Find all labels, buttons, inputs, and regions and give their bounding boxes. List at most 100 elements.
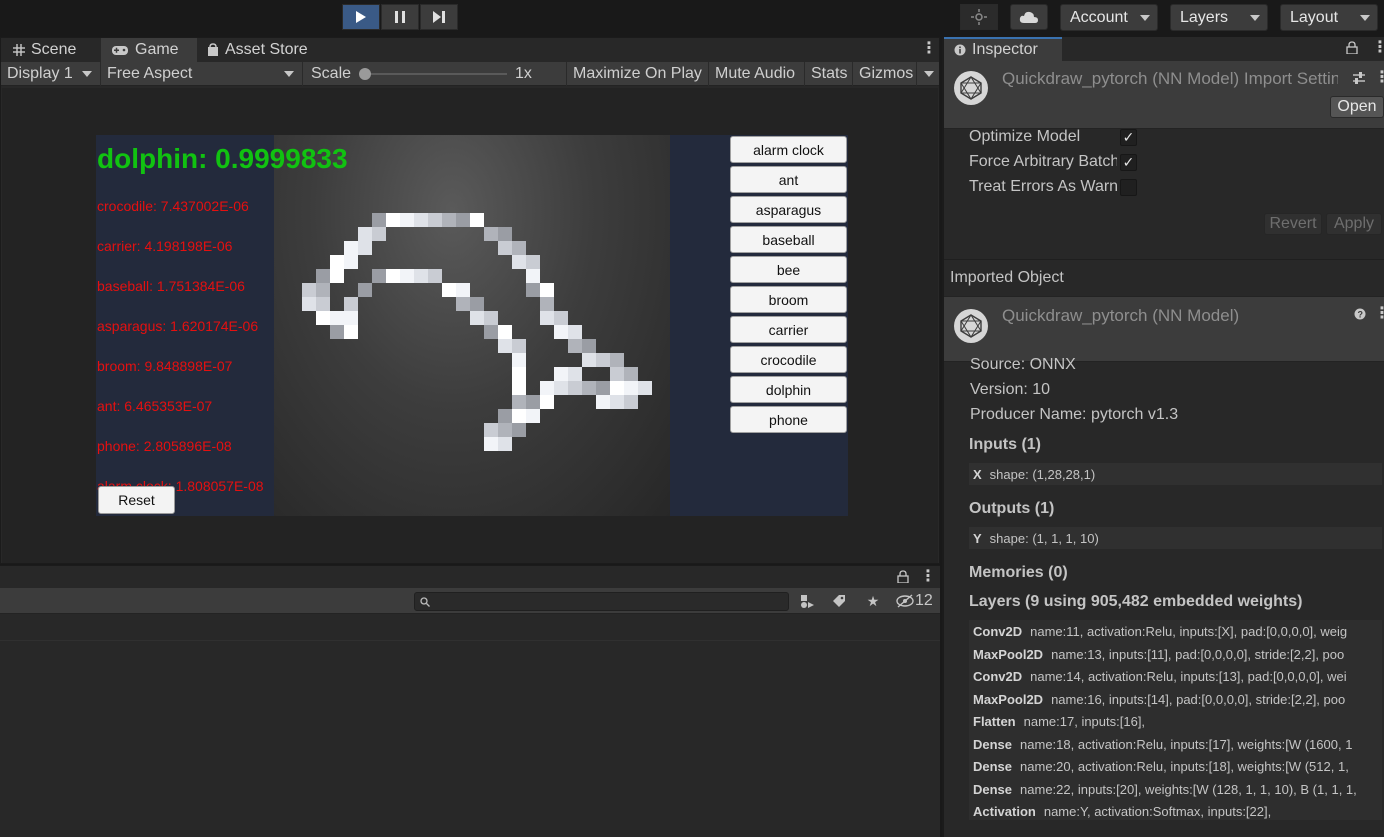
- step-icon: [433, 11, 445, 23]
- category-button-bee[interactable]: bee: [730, 256, 847, 283]
- top-prediction: dolphin: 0.9999833: [97, 143, 348, 174]
- category-button-broom[interactable]: broom: [730, 286, 847, 313]
- gizmos-dropdown[interactable]: [917, 62, 939, 86]
- tab-asset-store-label: Asset Store: [225, 41, 308, 58]
- mute-audio-toggle[interactable]: Mute Audio: [709, 62, 805, 86]
- maximize-on-play-toggle[interactable]: Maximize On Play: [567, 62, 709, 86]
- prediction-item: broom: 9.848898E-07: [97, 358, 233, 374]
- drawn-pixel: [610, 353, 624, 367]
- component-menu-icon[interactable]: ⋮: [1374, 67, 1384, 87]
- layers-dropdown[interactable]: Layers: [1170, 4, 1268, 31]
- shopping-bag-icon: [208, 43, 218, 56]
- drawn-pixel: [498, 241, 512, 255]
- step-button[interactable]: [420, 4, 458, 30]
- cloud-button[interactable]: [1010, 4, 1048, 30]
- sun-icon: [971, 9, 987, 25]
- tab-asset-store[interactable]: Asset Store: [197, 38, 321, 62]
- layer-type: MaxPool2D: [973, 646, 1044, 662]
- reset-button[interactable]: Reset: [98, 486, 175, 514]
- category-button-ant[interactable]: ant: [730, 166, 847, 193]
- apply-button[interactable]: Apply: [1326, 213, 1382, 235]
- drawn-pixel: [554, 325, 568, 339]
- panel-menu-icon[interactable]: ⋮: [1372, 37, 1384, 57]
- drawn-pixel: [456, 297, 470, 311]
- drawn-pixel: [540, 283, 554, 297]
- preset-icon[interactable]: [1352, 71, 1366, 85]
- layer-type: Flatten: [973, 713, 1016, 729]
- revert-button[interactable]: Revert: [1264, 213, 1322, 235]
- panel-menu-icon[interactable]: ⋮: [921, 38, 937, 58]
- category-button-dolphin[interactable]: dolphin: [730, 376, 847, 403]
- force-arbitrary-batch-checkbox[interactable]: ✓: [1120, 154, 1137, 171]
- game-panel: Scene Game Asset Store ⋮ Display 1 Free …: [0, 37, 940, 564]
- account-dropdown[interactable]: Account: [1060, 4, 1158, 31]
- star-icon[interactable]: ★: [862, 591, 884, 611]
- scale-slider-thumb[interactable]: [359, 68, 371, 80]
- category-button-crocodile[interactable]: crocodile: [730, 346, 847, 373]
- chevron-down-icon: [924, 71, 934, 77]
- component-menu-icon[interactable]: ⋮: [1374, 303, 1384, 323]
- drawn-pixel: [498, 437, 512, 451]
- lock-icon[interactable]: [897, 570, 909, 583]
- gamepad-icon: [112, 46, 128, 55]
- drawn-pixel: [386, 213, 400, 227]
- drawn-pixel: [330, 325, 344, 339]
- treat-errors-checkbox[interactable]: [1120, 179, 1137, 196]
- drawn-pixel: [372, 227, 386, 241]
- drawn-pixel: [582, 339, 596, 353]
- tab-inspector[interactable]: Inspector: [944, 37, 1062, 61]
- category-button-carrier[interactable]: carrier: [730, 316, 847, 343]
- open-button[interactable]: Open: [1330, 96, 1384, 118]
- tab-game[interactable]: Game: [101, 38, 197, 62]
- layer-row: Conv2D name:11, activation:Relu, inputs:[…: [973, 620, 1347, 642]
- drawn-pixel: [540, 297, 554, 311]
- panel-menu-icon[interactable]: ⋮: [920, 566, 936, 586]
- layer-type: Conv2D: [973, 623, 1023, 639]
- scale-slider-track[interactable]: [363, 73, 507, 75]
- filter-by-type-icon[interactable]: [796, 591, 818, 611]
- drawing-area[interactable]: [274, 135, 670, 516]
- layer-row: Flatten name:17, inputs:[16],: [973, 710, 1145, 732]
- drawn-pixel: [386, 269, 400, 283]
- category-button-phone[interactable]: phone: [730, 406, 847, 433]
- scale-control: Scale 1x: [303, 62, 567, 86]
- inputs-heading: Inputs (1): [969, 436, 1041, 453]
- layer-row: Activation name:Y, activation:Softmax, in…: [973, 800, 1271, 820]
- gizmos-toggle[interactable]: Gizmos: [853, 62, 917, 86]
- model-title: Quickdraw_pytorch (NN Model): [1002, 306, 1240, 325]
- drawn-pixel: [316, 297, 330, 311]
- source-info: Source: ONNX: [970, 356, 1076, 373]
- drawn-pixel: [344, 311, 358, 325]
- category-button-baseball[interactable]: baseball: [730, 226, 847, 253]
- play-button[interactable]: [342, 4, 380, 30]
- chevron-down-icon: [1360, 15, 1370, 21]
- tag-icon[interactable]: [828, 591, 850, 611]
- hidden-objects-icon[interactable]: [894, 591, 916, 611]
- layout-label: Layout: [1290, 8, 1339, 26]
- drawn-pixel: [596, 353, 610, 367]
- drawn-pixel: [554, 367, 568, 381]
- drawn-pixel: [372, 269, 386, 283]
- stats-toggle[interactable]: Stats: [805, 62, 853, 86]
- drawn-pixel: [498, 325, 512, 339]
- optimize-model-checkbox[interactable]: ✓: [1120, 129, 1137, 146]
- lock-icon[interactable]: [1346, 41, 1358, 54]
- category-button-asparagus[interactable]: asparagus: [730, 196, 847, 223]
- aspect-dropdown[interactable]: Free Aspect: [101, 62, 303, 86]
- layer-row: MaxPool2D name:13, inputs:[11], pad:[0,0,…: [973, 643, 1344, 665]
- category-button-alarm-clock[interactable]: alarm clock: [730, 136, 847, 163]
- game-view: dolphin: 0.9999833 crocodile: 7.437002E-…: [2, 88, 938, 563]
- scale-value: 1x: [515, 65, 532, 82]
- services-button[interactable]: [960, 4, 998, 30]
- drawn-pixel: [582, 353, 596, 367]
- display-dropdown[interactable]: Display 1: [1, 62, 101, 86]
- chevron-down-icon: [82, 71, 92, 77]
- prediction-item: baseball: 1.751384E-06: [97, 278, 245, 294]
- help-icon[interactable]: ?: [1354, 308, 1366, 320]
- layout-dropdown[interactable]: Layout: [1280, 4, 1378, 31]
- svg-text:?: ?: [1358, 310, 1364, 320]
- drawn-pixel: [498, 339, 512, 353]
- tab-scene[interactable]: Scene: [3, 38, 103, 62]
- search-input[interactable]: [414, 592, 789, 611]
- pause-button[interactable]: [381, 4, 419, 30]
